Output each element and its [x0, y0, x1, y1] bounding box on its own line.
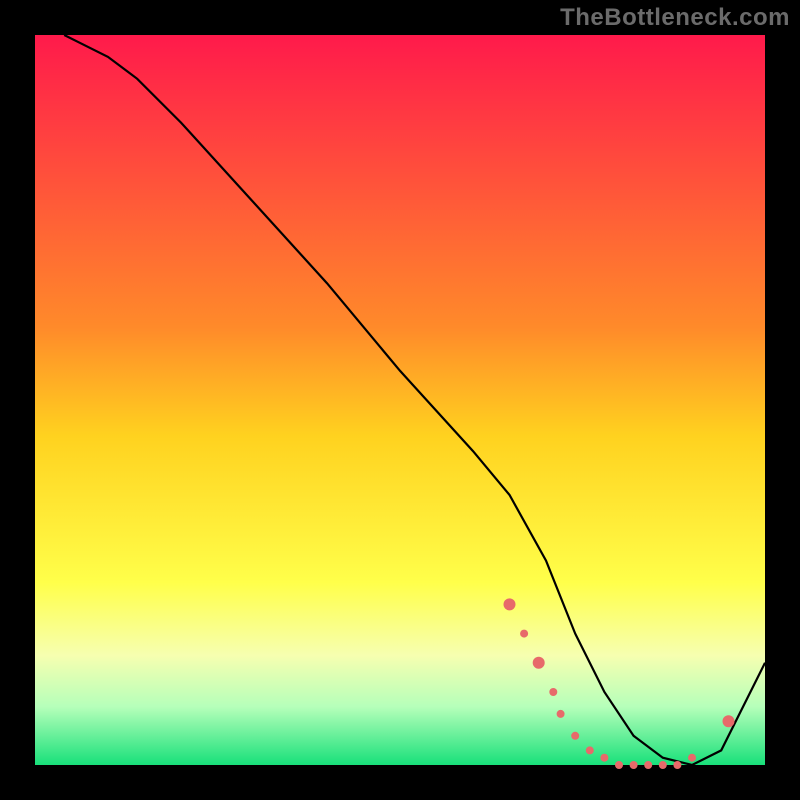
highlight-dot: [615, 761, 623, 769]
bottleneck-chart: [0, 0, 800, 800]
highlight-dot: [723, 715, 735, 727]
highlight-dot: [571, 732, 579, 740]
highlight-dot: [688, 754, 696, 762]
highlight-dot: [549, 688, 557, 696]
highlight-dot: [630, 761, 638, 769]
highlight-dot: [600, 754, 608, 762]
highlight-dot: [533, 657, 545, 669]
highlight-dot: [644, 761, 652, 769]
highlight-dot: [586, 746, 594, 754]
highlight-dot: [520, 630, 528, 638]
highlight-dot: [504, 598, 516, 610]
highlight-dot: [673, 761, 681, 769]
chart-frame: TheBottleneck.com: [0, 0, 800, 800]
watermark-text: TheBottleneck.com: [560, 4, 790, 32]
highlight-dot: [557, 710, 565, 718]
plot-background: [35, 35, 765, 765]
highlight-dot: [659, 761, 667, 769]
